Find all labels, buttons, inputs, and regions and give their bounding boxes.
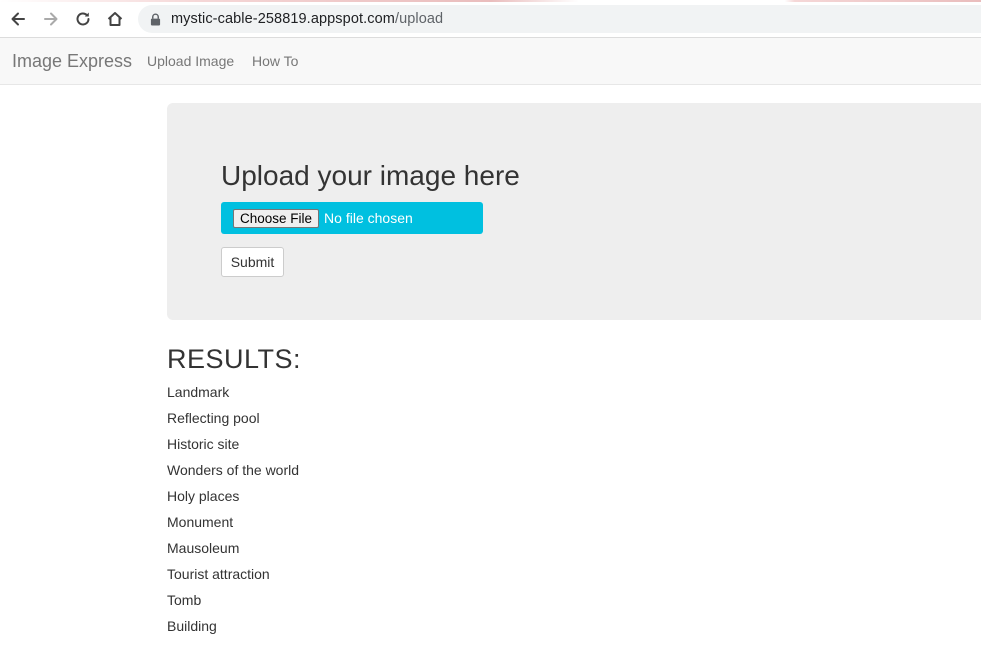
result-item: Landmark	[167, 384, 230, 400]
result-item: Historic site	[167, 436, 240, 452]
results-heading: RESULTS:	[167, 344, 302, 374]
result-item: Wonders of the world	[167, 462, 300, 478]
file-status-text: No file chosen	[324, 210, 413, 226]
reload-button[interactable]	[72, 8, 94, 30]
site-navbar: Image Express Upload Image How To	[0, 38, 981, 85]
file-input[interactable]: Choose File No file chosen	[221, 202, 483, 234]
forward-button[interactable]	[40, 8, 62, 30]
upload-panel: Upload your image here Choose File No fi…	[167, 103, 981, 320]
brand-link[interactable]: Image Express	[12, 51, 132, 72]
forward-arrow-icon	[44, 12, 58, 26]
back-arrow-icon	[11, 12, 25, 26]
choose-file-button[interactable]: Choose File	[233, 208, 320, 228]
url-path: /upload	[394, 11, 444, 27]
nav-link-how-to[interactable]: How To	[252, 53, 298, 69]
result-item: Tomb	[167, 592, 202, 608]
back-button[interactable]	[7, 8, 29, 30]
url-host: mystic-cable-258819.appspot.com	[171, 11, 395, 27]
upload-heading: Upload your image here	[221, 160, 520, 191]
result-item: Holy places	[167, 488, 240, 504]
lock-icon[interactable]	[148, 12, 162, 26]
result-item: Tourist attraction	[167, 566, 270, 582]
result-item: Reflecting pool	[167, 410, 260, 426]
tab-strip-edge	[0, 0, 981, 2]
submit-button[interactable]: Submit	[221, 247, 284, 277]
home-button[interactable]	[104, 8, 126, 30]
results-list: Landmark Reflecting pool Historic site W…	[167, 384, 299, 644]
browser-toolbar: mystic-cable-258819.appspot.com/upload	[0, 0, 981, 38]
result-item: Mausoleum	[167, 540, 240, 556]
home-icon	[107, 12, 123, 26]
result-item: Building	[167, 618, 217, 634]
nav-link-upload-image[interactable]: Upload Image	[147, 53, 234, 69]
url-text[interactable]: mystic-cable-258819.appspot.com/upload	[171, 11, 443, 27]
address-bar[interactable]: mystic-cable-258819.appspot.com/upload	[138, 5, 981, 33]
reload-icon	[76, 12, 90, 26]
result-item: Monument	[167, 514, 234, 530]
